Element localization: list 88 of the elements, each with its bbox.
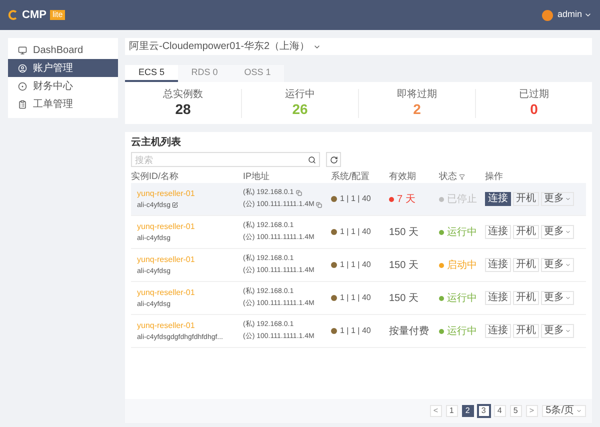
stat-label: 即将过期 — [397, 88, 437, 100]
user-icon — [18, 64, 27, 72]
avatar[interactable] — [542, 10, 554, 20]
sidebar-item[interactable]: 财务中心 — [8, 77, 118, 95]
logo-badge: lite — [50, 10, 65, 20]
refresh-icon — [330, 156, 338, 164]
list-title: 云主机列表 — [131, 136, 182, 149]
column-header: 系统/配置 — [331, 170, 371, 183]
status-text: 启动中 — [447, 258, 477, 272]
caret-icon — [576, 408, 582, 414]
action-button[interactable]: 连接 — [485, 291, 511, 305]
more-button[interactable]: 更多 — [541, 225, 574, 239]
page-button[interactable]: 1 — [446, 405, 458, 417]
more-button[interactable]: 更多 — [541, 291, 574, 305]
copy-icon[interactable] — [296, 190, 302, 196]
prev-page-button[interactable]: < — [430, 405, 442, 417]
more-button[interactable]: 更多 — [541, 324, 574, 338]
page-button[interactable]: 2 — [462, 405, 474, 417]
action-button[interactable]: 开机 — [513, 192, 539, 206]
stat-label: 已过期 — [519, 88, 549, 100]
page-button[interactable]: 4 — [494, 405, 506, 417]
stat-value: 26 — [292, 100, 308, 118]
edit-icon[interactable] — [172, 202, 178, 208]
action-button[interactable]: 连接 — [485, 258, 511, 272]
stat-value: 2 — [413, 100, 421, 118]
expiry-text: 150 天 — [389, 292, 418, 306]
column-header: IP地址 — [243, 170, 271, 183]
action-button[interactable]: 连接 — [485, 225, 511, 239]
more-button[interactable]: 更多 — [541, 192, 574, 206]
action-button[interactable]: 开机 — [513, 225, 539, 239]
clipboard-icon — [18, 100, 27, 108]
config-text: 1 | 1 | 40 — [340, 193, 371, 205]
column-header: 实例ID/名称 — [131, 170, 180, 183]
expiry-text: 150 天 — [389, 226, 418, 240]
config-text: 1 | 1 | 40 — [340, 226, 371, 238]
monitor-icon — [18, 46, 27, 54]
user-menu[interactable]: admin — [557, 8, 592, 22]
page-button[interactable]: 3 — [478, 405, 490, 417]
sidebar-item[interactable]: 账户管理 — [8, 59, 118, 77]
copy-icon[interactable] — [316, 202, 322, 208]
config-text: 1 | 1 | 40 — [340, 292, 371, 304]
action-button[interactable]: 连接 — [485, 192, 511, 206]
expiry-text: 150 天 — [389, 258, 418, 272]
column-header: 操作 — [485, 170, 504, 183]
action-button[interactable]: 开机 — [513, 324, 539, 338]
next-page-button[interactable]: > — [526, 405, 538, 417]
logo-text: CMP — [22, 8, 46, 23]
page-button[interactable]: 5 — [510, 405, 522, 417]
search-field[interactable]: 搜索 — [131, 152, 320, 167]
column-header: 有效期 — [389, 170, 417, 183]
os-icon — [331, 262, 337, 268]
action-button[interactable]: 开机 — [513, 258, 539, 272]
stat-label: 运行中 — [285, 88, 315, 100]
column-header: 状态 — [439, 170, 485, 184]
stat-label: 总实例数 — [163, 88, 203, 100]
caret-icon — [565, 196, 571, 202]
more-button[interactable]: 更多 — [541, 258, 574, 272]
caret-icon — [584, 11, 592, 19]
status-text: 已停止 — [447, 192, 477, 206]
tab[interactable]: ECS 5 — [125, 65, 178, 82]
caret-icon — [565, 295, 571, 301]
caret-icon — [565, 262, 571, 268]
os-icon — [331, 328, 337, 334]
action-button[interactable]: 连接 — [485, 324, 511, 338]
caret-icon — [565, 328, 571, 334]
sidebar-item[interactable]: DashBoard — [8, 41, 118, 59]
config-text: 1 | 1 | 40 — [340, 259, 371, 271]
os-icon — [331, 229, 337, 235]
page-size-select[interactable]: 5条/页 — [542, 405, 586, 417]
status-text: 运行中 — [447, 226, 477, 240]
target-icon — [18, 82, 27, 90]
sidebar-item[interactable]: 工单管理 — [8, 95, 118, 113]
os-icon — [331, 196, 337, 202]
status-text: 运行中 — [447, 292, 477, 306]
status-text: 运行中 — [447, 324, 477, 338]
caret-icon — [565, 229, 571, 235]
refresh-button[interactable] — [326, 152, 341, 167]
search-icon[interactable] — [308, 156, 316, 164]
stat-value: 28 — [175, 100, 191, 118]
action-button[interactable]: 开机 — [513, 291, 539, 305]
expiry-text: 7 天 — [397, 192, 416, 206]
config-text: 1 | 1 | 40 — [340, 325, 371, 337]
os-icon — [331, 295, 337, 301]
logo-icon — [8, 10, 18, 20]
stat-value: 0 — [530, 100, 538, 118]
expiry-text: 按量付费 — [389, 324, 429, 338]
region-selector[interactable]: 阿里云-Cloudempower01-华东2（上海） — [129, 39, 321, 54]
filter-icon[interactable] — [459, 174, 465, 180]
